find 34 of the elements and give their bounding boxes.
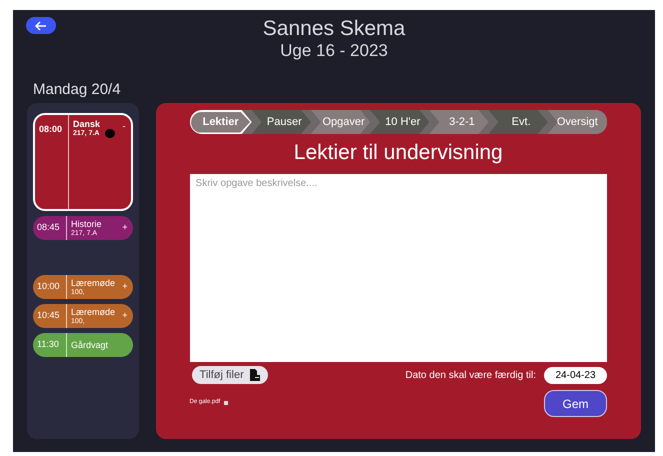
event-time: 08:00	[39, 123, 62, 136]
step-tab[interactable]: 3-2-1	[429, 110, 489, 134]
toggle-sign[interactable]: +	[122, 309, 128, 322]
step-tab[interactable]: Oversigt	[548, 110, 607, 134]
step-tab[interactable]: Pauser	[252, 110, 311, 134]
toggle-sign[interactable]: +	[122, 280, 128, 294]
back-arrow-icon	[35, 20, 47, 30]
event-time: 10:00	[37, 280, 60, 294]
event-title: Historie	[71, 218, 102, 230]
due-date-field[interactable]: 24-04-23	[544, 366, 607, 384]
event-title: Gårdvagt	[71, 340, 108, 350]
save-button[interactable]: Gem	[544, 390, 607, 417]
event-time: 11:30	[37, 338, 59, 352]
step-tab[interactable]: Evt.	[488, 110, 548, 134]
panel-heading: Lektier til undervisning	[294, 140, 503, 166]
event-time: 08:45	[37, 221, 60, 234]
back-button[interactable]	[26, 17, 56, 34]
step-tab[interactable]: Lektier	[190, 110, 252, 134]
event-title: Læremøde	[71, 306, 116, 318]
toggle-sign[interactable]: -	[122, 120, 126, 134]
file-icon	[250, 369, 260, 381]
add-files-button[interactable]: Tilføj filer	[192, 366, 268, 384]
week-subtitle: Uge 16 - 2023	[280, 41, 388, 61]
event-title: Læremøde	[71, 278, 116, 288]
step-tab[interactable]: 10 H'er	[370, 110, 430, 134]
event-time: 10:45	[37, 309, 60, 322]
day-label: Mandag 20/4	[32, 80, 122, 100]
event-title: Dansk	[73, 119, 100, 130]
remove-file-icon[interactable]	[224, 400, 228, 404]
description-field[interactable]: Skriv opgave beskrivelse....	[190, 174, 607, 362]
due-date-label: Dato den skal være færdig til:	[405, 368, 536, 382]
toggle-sign[interactable]: +	[122, 221, 128, 234]
step-tab[interactable]: Opgaver	[310, 110, 370, 134]
schedule-title: Sannes Skema	[262, 17, 406, 41]
